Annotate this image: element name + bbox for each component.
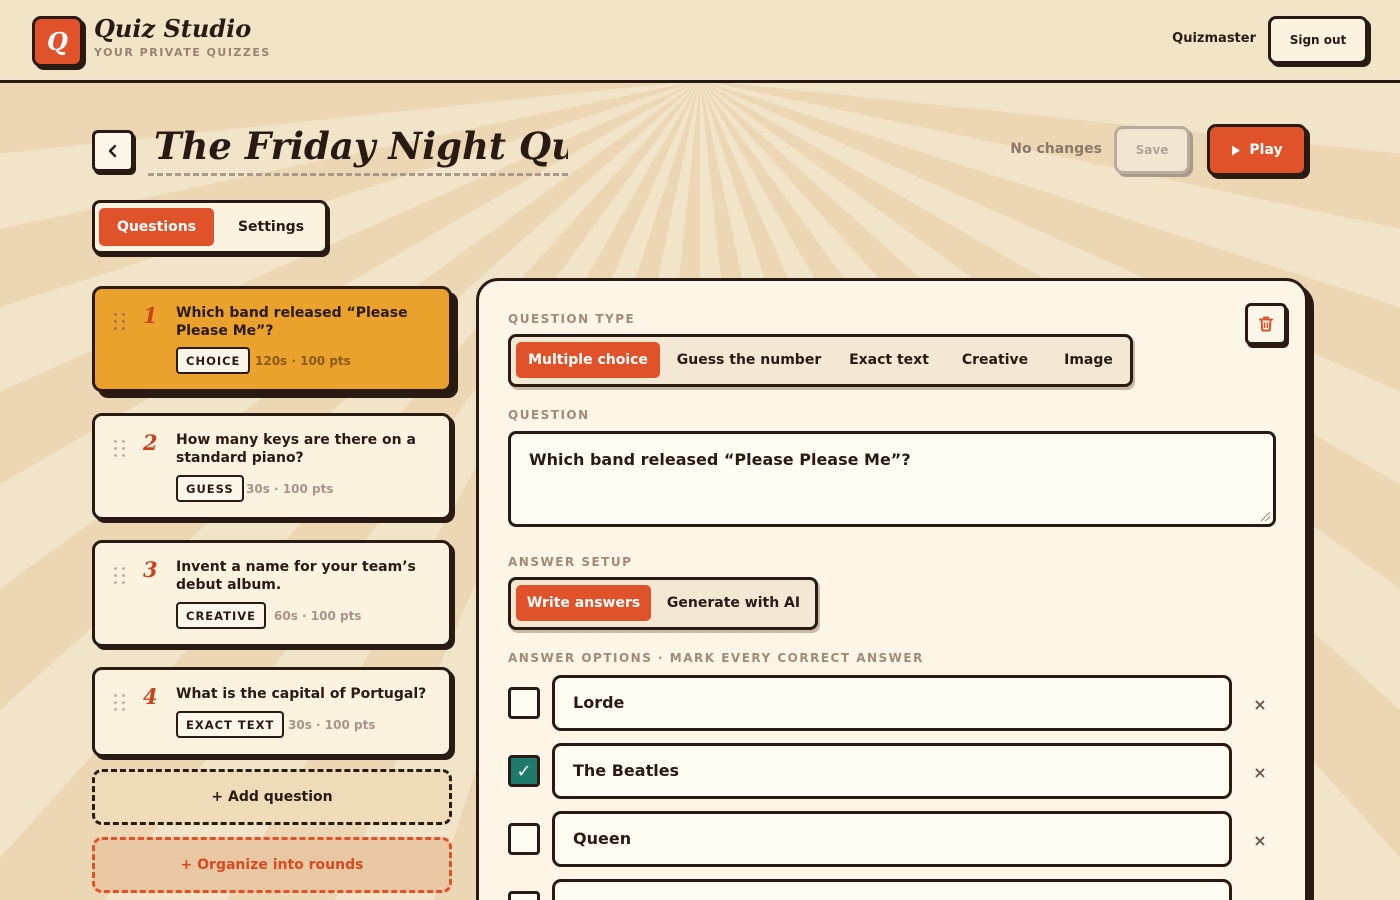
question-type-badge: GUESS	[176, 475, 244, 502]
question-editor: QUESTION TYPE Multiple choice Guess the …	[476, 278, 1308, 900]
drag-handle-icon[interactable]	[114, 440, 126, 458]
brand-title: Quiz Studio	[94, 14, 252, 43]
tab-settings[interactable]: Settings	[223, 208, 319, 246]
question-card-2[interactable]: 2 How many keys are there on a standard …	[92, 413, 452, 520]
answer-input[interactable]: The Beatles	[552, 743, 1232, 799]
chevron-left-icon	[108, 144, 117, 158]
question-meta: 60s · 100 pts	[274, 609, 362, 623]
answer-input[interactable]: ABBA	[552, 879, 1232, 900]
answer-input[interactable]: Lorde	[552, 675, 1232, 731]
sign-out-button[interactable]: Sign out	[1268, 16, 1368, 64]
trash-icon	[1259, 316, 1273, 332]
save-status: No changes	[1010, 141, 1102, 157]
question-card-4[interactable]: 4 What is the capital of Portugal? EXACT…	[92, 667, 452, 757]
play-icon	[1232, 145, 1241, 155]
answer-setup-label: ANSWER SETUP	[508, 555, 633, 569]
question-meta: 30s · 100 pts	[246, 482, 334, 496]
app-logo[interactable]: Q	[32, 16, 83, 67]
answer-input[interactable]: Queen	[552, 811, 1232, 867]
answer-correct-checkbox[interactable]: ✓	[508, 755, 540, 787]
question-text: What is the capital of Portugal?	[176, 686, 427, 702]
question-card-1[interactable]: 1 Which band released “Please Please Me”…	[92, 286, 452, 392]
question-label: QUESTION	[508, 408, 590, 422]
question-text: How many keys are there on a standard pi…	[176, 432, 416, 466]
question-number: 1	[143, 303, 158, 328]
answer-setup-selector: Write answers Generate with AI	[508, 577, 818, 630]
question-meta: 30s · 100 pts	[288, 718, 376, 732]
back-button[interactable]	[92, 130, 134, 172]
resize-handle[interactable]	[1261, 512, 1270, 521]
type-multiple-choice[interactable]: Multiple choice	[516, 342, 660, 378]
question-type-badge: CHOICE	[176, 347, 251, 374]
question-number: 2	[143, 430, 158, 455]
type-creative[interactable]: Creative	[950, 342, 1040, 378]
question-text: Which band released “Please Please Me”?	[176, 305, 408, 339]
answer-correct-checkbox[interactable]	[508, 687, 540, 719]
delete-question-button[interactable]	[1245, 303, 1287, 345]
question-number: 4	[143, 684, 158, 709]
question-meta: 120s · 100 pts	[255, 354, 351, 368]
question-card-3[interactable]: 3 Invent a name for your team’s debut al…	[92, 540, 452, 647]
play-button[interactable]: Play	[1207, 124, 1307, 176]
question-number: 3	[143, 557, 158, 582]
generate-ai-option[interactable]: Generate with AI	[661, 585, 806, 621]
answer-correct-checkbox[interactable]	[508, 891, 540, 900]
type-exact-text[interactable]: Exact text	[839, 342, 939, 378]
add-question-button[interactable]: + Add question	[92, 769, 452, 825]
question-type-selector: Multiple choice Guess the number Exact t…	[508, 334, 1133, 387]
close-icon[interactable]: ×	[1250, 762, 1270, 782]
editor-tabs: Questions Settings	[92, 200, 328, 254]
write-answers-option[interactable]: Write answers	[516, 585, 651, 621]
quiz-title-input[interactable]: The Friday Night Quiz	[148, 120, 568, 176]
play-label: Play	[1249, 142, 1283, 158]
question-text: Invent a name for your team’s debut albu…	[176, 559, 416, 593]
checkmark-icon: ✓	[516, 760, 532, 782]
question-textarea-value: Which band released “Please Please Me”?	[529, 450, 911, 469]
answer-correct-checkbox[interactable]	[508, 823, 540, 855]
question-type-badge: CREATIVE	[176, 602, 267, 629]
question-type-badge: EXACT TEXT	[176, 711, 285, 738]
drag-handle-icon[interactable]	[114, 567, 126, 585]
drag-handle-icon[interactable]	[114, 313, 126, 331]
tab-questions[interactable]: Questions	[99, 208, 214, 246]
answer-options-label: ANSWER OPTIONS · MARK EVERY CORRECT ANSW…	[508, 651, 924, 665]
drag-handle-icon[interactable]	[114, 694, 126, 712]
top-header: Q Quiz Studio YOUR PRIVATE QUIZZES Quizm…	[0, 0, 1400, 83]
save-button[interactable]: Save	[1114, 126, 1190, 174]
question-textarea[interactable]: Which band released “Please Please Me”?	[508, 431, 1276, 527]
close-icon[interactable]: ×	[1250, 830, 1270, 850]
question-type-label: QUESTION TYPE	[508, 312, 636, 326]
type-guess-number[interactable]: Guess the number	[671, 342, 827, 378]
brand-subtitle: YOUR PRIVATE QUIZZES	[94, 46, 271, 59]
user-name: Quizmaster	[1172, 31, 1256, 46]
close-icon[interactable]: ×	[1250, 694, 1270, 714]
organize-rounds-button[interactable]: + Organize into rounds	[92, 837, 452, 893]
type-image[interactable]: Image	[1051, 342, 1126, 378]
